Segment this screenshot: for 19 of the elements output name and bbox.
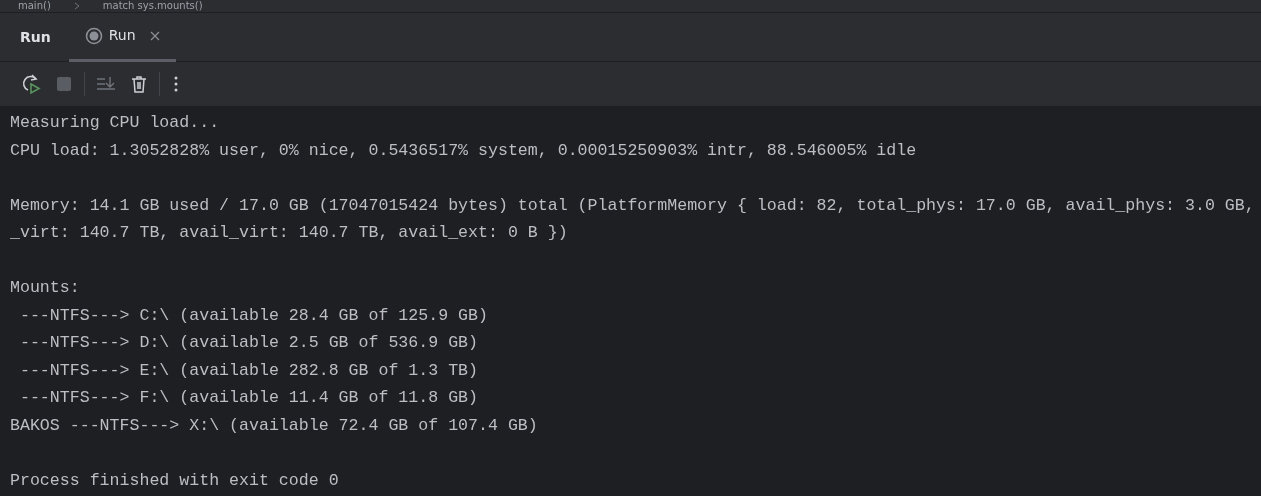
console-line: BAKOS ---NTFS---> X:\ (available 72.4 GB of 107.4 GB): [10, 414, 538, 437]
stop-icon: [54, 74, 74, 94]
console-line: Mounts:: [10, 277, 80, 299]
console-line: ---NTFS---> C:\ (available 28.4 GB of 125.9 GB): [18, 304, 488, 327]
close-icon[interactable]: [149, 30, 160, 41]
rerun-icon: [20, 73, 42, 95]
chevron-icon: [72, 2, 81, 10]
console-line: ---NTFS---> E:\ (available 282.8 GB of 1.3 TB): [18, 359, 479, 382]
console-line: Process finished with exit code 0: [10, 469, 339, 492]
console-line: CPU load: 1.3052828% user, 0% nice, 0.5436517% system, 0.00015250903% intr, 88.546005% idle: [10, 139, 917, 162]
tool-window-title: Run: [20, 27, 51, 47]
console-line: ---NTFS---> F:\ (available 11.4 GB of 11.8 GB): [18, 387, 479, 409]
trash-icon: [129, 74, 149, 94]
console-line: ---NTFS---> D:\ (available 2.5 GB of 536.9 GB): [18, 332, 479, 354]
console-line: _virt: 140.7 TB, avail_virt: 140.7 TB, avail_ext: 0 B }): [10, 222, 568, 244]
console-line: Measuring CPU load...: [10, 112, 220, 134]
breadcrumb[interactable]: match sys.mounts(): [102, 0, 203, 12]
console-line: Memory: 14.1 GB used / 17.0 GB (17047015424 bytes) total (PlatformMemory { load: 82, total_phys: 17.0 GB, avail_phys: 3.0 GB,: [10, 194, 1255, 217]
breadcrumb[interactable]: main(): [18, 0, 51, 12]
